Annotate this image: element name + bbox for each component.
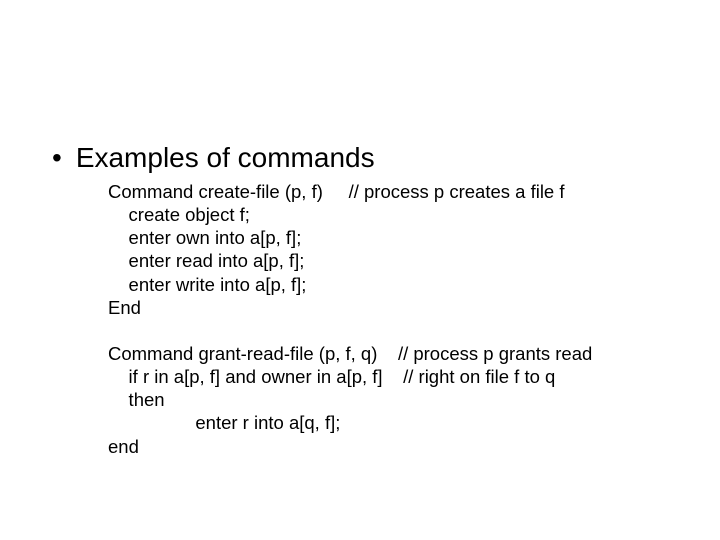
code-block-create-file: Command create-file (p, f) // process p … (108, 180, 565, 319)
bullet-heading-row: • Examples of commands (52, 143, 375, 174)
code-block-grant-read-file: Command grant-read-file (p, f, q) // pro… (108, 342, 592, 458)
bullet-icon: • (52, 144, 62, 172)
slide: • Examples of commands Command create-fi… (0, 0, 720, 540)
heading-text: Examples of commands (76, 143, 375, 174)
